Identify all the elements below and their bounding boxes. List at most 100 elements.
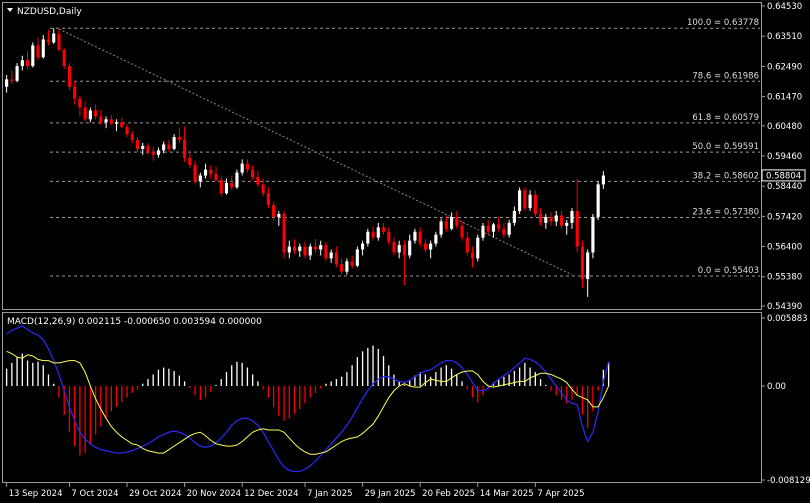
candle-body <box>334 252 338 265</box>
candle-body <box>523 190 527 209</box>
candle-body <box>46 39 51 43</box>
candle-body <box>575 211 579 247</box>
candle-body <box>303 246 307 256</box>
current-price-marker: 0.58804 <box>761 169 806 182</box>
time-tick-label: 29 Oct 2024 <box>129 489 182 499</box>
candle-body <box>251 169 255 178</box>
candle-body <box>413 231 417 241</box>
candle-body <box>266 193 270 206</box>
time-tick-label: 7 Oct 2024 <box>71 489 118 499</box>
time-tick-label: 20 Nov 2024 <box>187 489 241 499</box>
candle-body <box>224 182 229 194</box>
macd-tick-label: -0.008129 <box>767 476 810 486</box>
candle-body <box>580 246 585 280</box>
time-tick-label: 20 Feb 2025 <box>422 489 475 499</box>
price-tick-label: 0.63510 <box>767 32 802 42</box>
candle-body <box>104 119 108 123</box>
candle-body <box>141 145 145 149</box>
candle-body <box>203 169 208 176</box>
candle-body <box>476 237 480 259</box>
fib-level-label: 38.2 = 0.58602 <box>692 171 759 181</box>
candle-body <box>601 175 605 185</box>
candle-body <box>193 165 197 182</box>
candle-body <box>366 231 370 244</box>
candle-body <box>586 252 590 280</box>
price-tick-label: 0.56400 <box>767 243 802 253</box>
macd-indicator-label: MACD(12,26,9) 0.002115 -0.000650 0.00359… <box>7 317 262 327</box>
candle-body <box>371 231 375 238</box>
candle-body <box>156 150 160 155</box>
candle-body <box>272 205 276 217</box>
fib-level-label: 61.8 = 0.60579 <box>692 113 759 123</box>
price-chart-svg[interactable]: 100.0 = 0.63778 78.6 = 0.61986 61.8 = 0.60… <box>0 0 810 503</box>
candle-body <box>565 222 569 226</box>
candle-body <box>434 234 438 244</box>
fib-level-label: 78.6 = 0.61986 <box>692 71 759 81</box>
candle-body <box>361 243 365 250</box>
symbol-header[interactable]: NZDUSD,Daily <box>7 7 82 17</box>
candle-body <box>450 216 454 229</box>
candle-body <box>497 224 501 229</box>
candle-body <box>376 227 380 238</box>
candle-body <box>214 174 218 180</box>
candle-body <box>146 145 150 152</box>
price-tick-label: 0.57420 <box>767 212 802 222</box>
candle-body <box>20 60 24 67</box>
candle-body <box>230 182 234 188</box>
candle-body <box>392 242 396 253</box>
candle-body <box>444 221 448 229</box>
candle-body <box>277 213 281 217</box>
candle-body <box>209 169 213 175</box>
candle-body <box>41 39 45 58</box>
price-tick-label: 0.61470 <box>767 93 802 103</box>
candle-body <box>324 245 328 259</box>
candle-body <box>350 261 354 266</box>
fib-level-label: 23.6 = 0.57380 <box>692 208 759 218</box>
candle-body <box>512 211 516 223</box>
fib-level-label: 100.0 = 0.63778 <box>687 18 759 28</box>
price-tick-label: 0.58440 <box>767 182 802 192</box>
candle-body <box>130 134 134 141</box>
candle-body <box>67 66 72 87</box>
candle-body <box>308 246 312 256</box>
candle-body <box>219 179 223 194</box>
candle-body <box>62 49 66 67</box>
candle-body <box>177 137 181 141</box>
candle-body <box>135 140 140 149</box>
candle-body <box>88 110 92 120</box>
candle-body <box>31 45 35 67</box>
price-tick-label: 0.60480 <box>767 122 802 132</box>
candle-body <box>423 243 427 250</box>
fib-level-label: 0.0 = 0.55403 <box>698 266 759 276</box>
candle-body <box>313 246 318 250</box>
candle-body <box>57 33 61 50</box>
candle-body <box>502 228 506 235</box>
candle-body <box>198 175 202 182</box>
candle-body <box>470 252 475 259</box>
candle-body <box>282 213 286 253</box>
candle-body <box>52 33 56 43</box>
price-tick-label: 0.64530 <box>767 2 802 12</box>
candle-body <box>245 163 249 170</box>
candle-body <box>319 245 323 250</box>
candle-body <box>36 45 40 58</box>
candle-body <box>114 122 119 124</box>
time-tick-label: 7 Jan 2025 <box>307 489 353 499</box>
candle-body <box>99 116 103 123</box>
candle-body <box>120 122 124 127</box>
candle-body <box>491 224 496 232</box>
candle-body <box>329 252 333 259</box>
candle-body <box>256 177 260 185</box>
candle-body <box>455 216 459 226</box>
candle-body <box>94 110 98 117</box>
candle-body <box>570 211 574 223</box>
candle-body <box>481 225 485 238</box>
candle-body <box>125 126 129 135</box>
candle-body <box>460 225 464 238</box>
candle-body <box>486 225 490 232</box>
time-tick-label: 13 Sep 2024 <box>9 489 63 499</box>
candle-body <box>292 246 297 251</box>
candle-body <box>518 190 522 212</box>
price-tick-label: 0.55380 <box>767 273 802 283</box>
current-price-label: 0.58804 <box>766 171 801 181</box>
